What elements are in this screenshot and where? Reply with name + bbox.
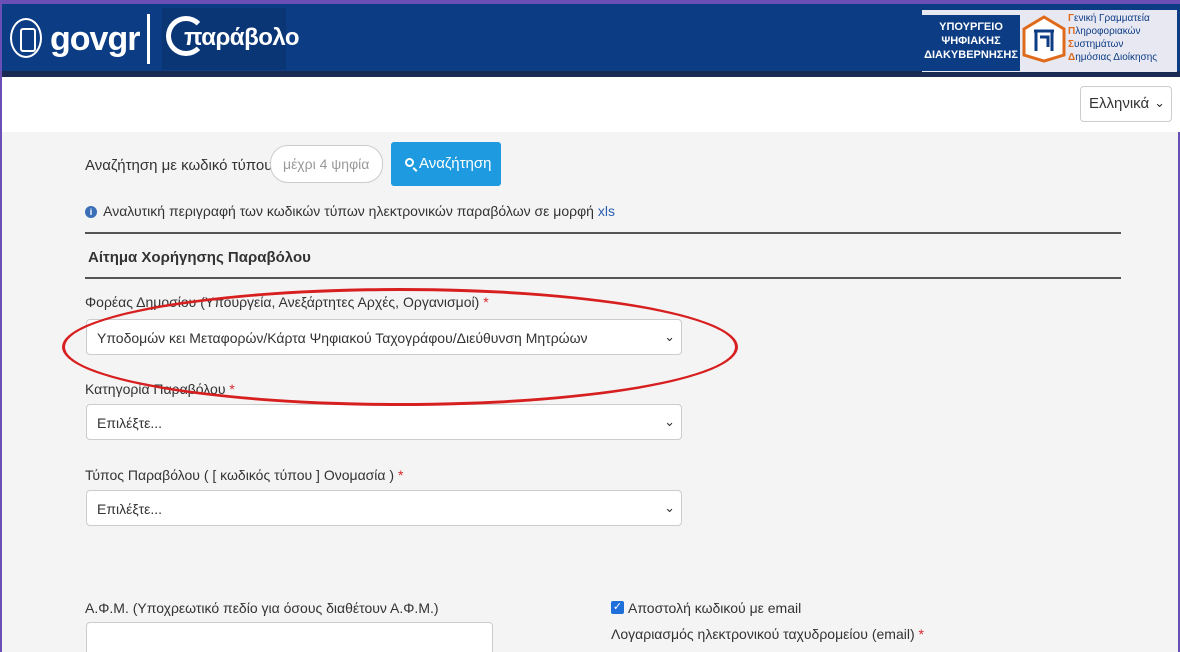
ministry-logo: ΥΠΟΥΡΓΕΙΟ ΨΗΦΙΑΚΗΣ ΔΙΑΚΥΒΕΡΝΗΣΗΣ Γενική …	[922, 10, 1177, 72]
agency-select[interactable]: Υποδομών κει Μεταφορών/Κάρτα Ψηφιακού Τα…	[86, 319, 682, 355]
section-divider-top	[85, 232, 1121, 234]
chevron-down-icon: ⌄	[664, 414, 675, 429]
top-header: govgr παράβολο ΥΠΟΥΡΓΕΙΟ ΨΗΦΙΑΚΗΣ ΔΙΑΚΥΒ…	[2, 0, 1180, 77]
info-text: Αναλυτική περιγραφή των κωδικών τύπων ηλ…	[103, 203, 594, 219]
search-button[interactable]: Αναζήτηση	[391, 142, 501, 186]
category-label: Κατηγορία Παραβόλου *	[85, 381, 235, 397]
chevron-down-icon: ⌄	[1154, 95, 1165, 110]
greek-emblem-icon	[10, 18, 42, 58]
type-label: Τύπος Παραβόλου ( [ κωδικός τύπου ] Ονομ…	[85, 467, 404, 483]
language-bar: Ελληνικά ⌄	[2, 77, 1180, 132]
code-search-input[interactable]: μέχρι 4 ψηφία	[270, 145, 383, 183]
category-select[interactable]: Επιλέξτε... ⌄	[86, 404, 682, 440]
search-icon	[405, 158, 414, 167]
chevron-down-icon: ⌄	[664, 500, 675, 515]
header-divider	[147, 14, 150, 64]
email-account-label: Λογαριασμός ηλεκτρονικού ταχυδρομείου (e…	[611, 626, 924, 642]
xls-link[interactable]: xls	[598, 203, 615, 219]
section-divider-bottom	[85, 277, 1121, 279]
email-checkbox-label: Αποστολή κωδικού με email	[628, 600, 802, 616]
section-title: Αίτημα Χορήγησης Παραβόλου	[88, 249, 311, 266]
info-icon: i	[85, 206, 97, 219]
govgr-logo[interactable]: govgr	[50, 20, 140, 59]
agency-label: Φορέας Δημοσίου (Υπουργεία, Ανεξάρτητες …	[85, 294, 489, 310]
afm-label: Α.Φ.Μ. (Υποχρεωτικό πεδίο για όσους διαθ…	[85, 600, 439, 616]
chevron-down-icon: ⌄	[664, 329, 675, 344]
search-label: Αναζήτηση με κωδικό τύπου	[85, 157, 273, 174]
language-select[interactable]: Ελληνικά ⌄	[1080, 86, 1172, 122]
paravolo-logo[interactable]: παράβολο	[162, 8, 300, 70]
email-checkbox[interactable]: ✓	[611, 601, 624, 614]
type-select[interactable]: Επιλέξτε... ⌄	[86, 490, 682, 526]
gsis-name: Γενική Γραμματεία Πληροφοριακών Συστημάτ…	[1068, 13, 1158, 63]
afm-input[interactable]	[86, 622, 493, 652]
gsis-logo-icon	[1022, 15, 1066, 63]
info-row: i Αναλυτική περιγραφή των κωδικών τύπων …	[85, 203, 615, 219]
ministry-name: ΥΠΟΥΡΓΕΙΟ ΨΗΦΙΑΚΗΣ ΔΙΑΚΥΒΕΡΝΗΣΗΣ	[922, 15, 1020, 71]
paravolo-logo-text: παράβολο	[184, 24, 300, 51]
